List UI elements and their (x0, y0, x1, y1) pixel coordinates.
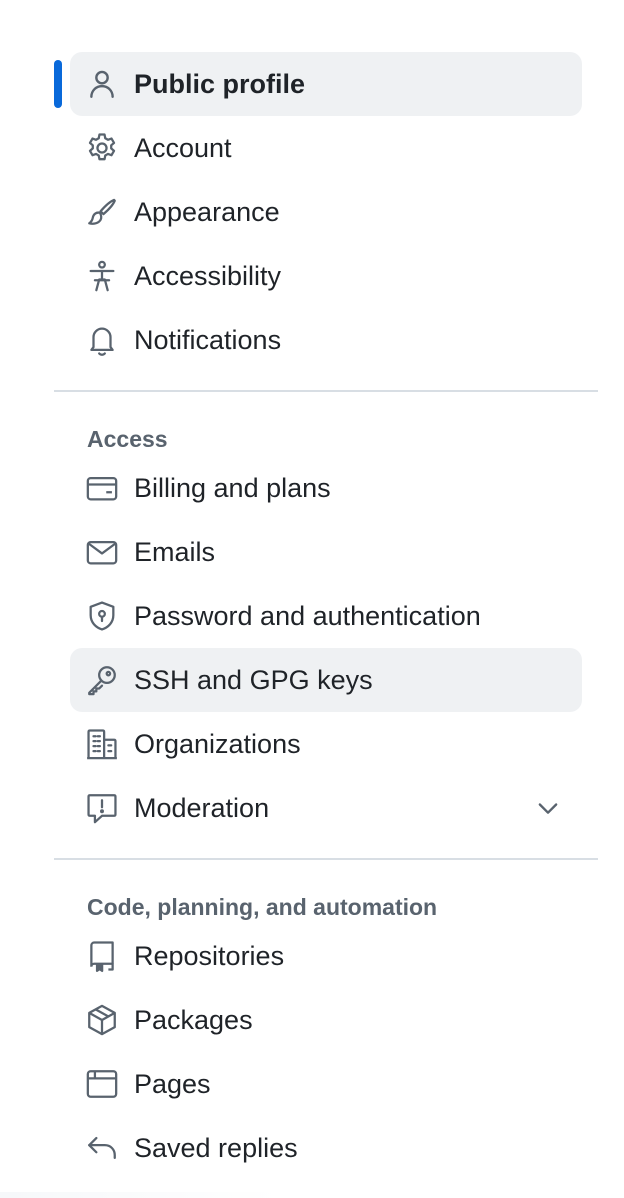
sidebar-item-notifications[interactable]: Notifications (54, 308, 598, 372)
sidebar-item-label: Account (134, 133, 232, 163)
browser-icon (85, 1067, 119, 1101)
scroll-shadow (0, 1192, 280, 1198)
mail-icon (85, 535, 119, 569)
sidebar-item-label: SSH and GPG keys (134, 665, 373, 695)
sidebar-item-label: Organizations (134, 729, 301, 759)
group-heading-label: Code, planning, and automation (87, 894, 438, 920)
accessibility-icon (85, 259, 119, 293)
sidebar-item-label: Saved replies (134, 1133, 298, 1163)
sidebar-item-label: Public profile (134, 69, 306, 99)
group-heading-label: Access (87, 426, 168, 452)
key-icon (85, 663, 119, 697)
sidebar-item-billing[interactable]: Billing and plans (54, 456, 598, 520)
group-heading-access: Access (54, 392, 598, 456)
reply-icon (85, 1131, 119, 1165)
sidebar-item-label: Repositories (134, 941, 285, 971)
sidebar-item-account[interactable]: Account (54, 116, 598, 180)
chevron-down-icon[interactable] (534, 794, 562, 822)
sidebar-item-ssh-gpg-keys[interactable]: SSH and GPG keys (54, 648, 598, 712)
sidebar-item-password[interactable]: Password and authentication (54, 584, 598, 648)
sidebar-item-repositories[interactable]: Repositories (54, 924, 598, 988)
sidebar-item-accessibility[interactable]: Accessibility (54, 244, 598, 308)
shield-lock-icon (85, 599, 119, 633)
report-icon (85, 791, 119, 825)
sidebar-item-label: Emails (134, 537, 216, 567)
sidebar-item-appearance[interactable]: Appearance (54, 180, 598, 244)
bell-icon (85, 323, 119, 357)
repo-icon (85, 939, 119, 973)
sidebar-item-label: Pages (134, 1069, 211, 1099)
group-heading-code: Code, planning, and automation (54, 860, 598, 924)
organization-icon (85, 727, 119, 761)
sidebar-item-saved-replies[interactable]: Saved replies (54, 1116, 598, 1180)
sidebar-item-emails[interactable]: Emails (54, 520, 598, 584)
person-icon (85, 67, 119, 101)
sidebar-item-label: Appearance (134, 197, 280, 227)
sidebar-item-label: Accessibility (134, 261, 282, 291)
sidebar-item-organizations[interactable]: Organizations (54, 712, 598, 776)
active-indicator (54, 60, 62, 108)
settings-sidebar: Public profile Account Appearance Access… (54, 52, 598, 1180)
sidebar-item-public-profile[interactable]: Public profile (54, 52, 598, 116)
sidebar-item-packages[interactable]: Packages (54, 988, 598, 1052)
sidebar-item-pages[interactable]: Pages (54, 1052, 598, 1116)
sidebar-item-moderation[interactable]: Moderation (54, 776, 598, 840)
sidebar-item-label: Packages (134, 1005, 253, 1035)
sidebar-item-label: Moderation (134, 793, 270, 823)
gear-icon (85, 131, 119, 165)
sidebar-item-label: Notifications (134, 325, 282, 355)
sidebar-item-label: Billing and plans (134, 473, 331, 503)
sidebar-item-label: Password and authentication (134, 601, 481, 631)
package-icon (85, 1003, 119, 1037)
credit-card-icon (85, 471, 119, 505)
paintbrush-icon (85, 195, 119, 229)
